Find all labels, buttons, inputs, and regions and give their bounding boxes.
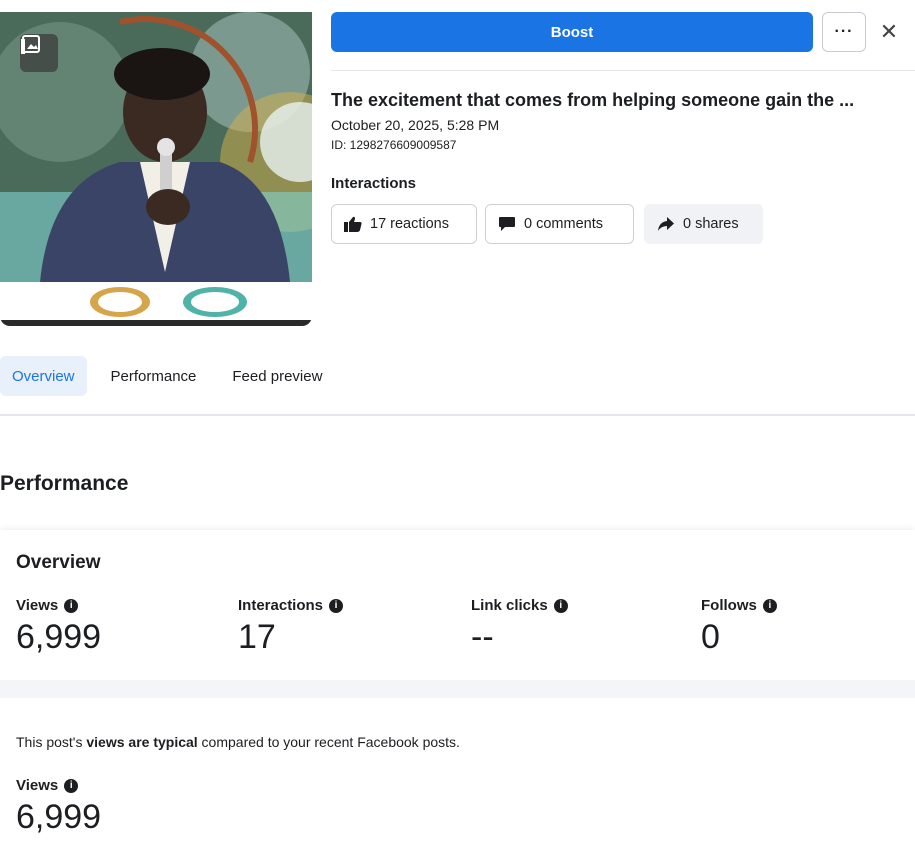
overview-card <box>0 530 915 680</box>
info-icon[interactable]: i <box>64 598 79 613</box>
metric-views-label: Views i <box>16 597 79 614</box>
post-thumbnail[interactable] <box>0 12 312 326</box>
tabs-divider <box>0 414 915 416</box>
metric-link-clicks-label: Link clicks i <box>471 597 568 614</box>
views-typical-note: This post's views are typical compared t… <box>16 734 460 750</box>
interactions-heading: Interactions <box>331 175 417 192</box>
metric-link-clicks-value: -- <box>471 618 494 656</box>
share-icon <box>658 217 674 231</box>
section-divider <box>0 680 915 698</box>
comments-button[interactable]: 0 comments <box>485 204 634 244</box>
close-icon[interactable]: ✕ <box>874 14 904 50</box>
tab-performance[interactable]: Performance <box>99 356 209 396</box>
info-icon[interactable]: i <box>553 598 568 613</box>
comment-icon <box>499 217 515 231</box>
header-divider <box>331 70 915 71</box>
post-title: The excitement that comes from helping s… <box>331 90 855 110</box>
metric-views-value: 6,999 <box>16 618 102 656</box>
thumbs-up-icon <box>344 216 362 232</box>
info-icon[interactable]: i <box>64 778 79 793</box>
views-detail-label: Views i <box>16 777 79 794</box>
comments-count: 0 comments <box>524 216 603 232</box>
info-icon[interactable]: i <box>329 598 344 613</box>
reactions-button[interactable]: 17 reactions <box>331 204 477 244</box>
thumbnail-progress-bar <box>0 320 312 326</box>
boost-button[interactable]: Boost <box>331 12 813 52</box>
reactions-count: 17 reactions <box>370 216 449 232</box>
shares-count: 0 shares <box>683 216 739 232</box>
more-icon[interactable]: ··· <box>822 12 866 52</box>
tab-bar: Overview Performance Feed preview <box>0 356 346 396</box>
metric-follows-value: 0 <box>701 618 720 656</box>
tab-overview[interactable]: Overview <box>0 356 87 396</box>
metric-follows-label: Follows i <box>701 597 777 614</box>
views-detail-value: 6,999 <box>16 798 102 836</box>
post-date: October 20, 2025, 5:28 PM <box>331 117 500 133</box>
overview-heading: Overview <box>16 552 101 573</box>
performance-heading: Performance <box>0 472 129 495</box>
info-icon[interactable]: i <box>762 598 777 613</box>
gallery-icon <box>20 34 58 72</box>
metric-interactions-label: Interactions i <box>238 597 344 614</box>
post-id: ID: 1298276609009587 <box>331 138 457 152</box>
metric-interactions-value: 17 <box>238 618 276 656</box>
tab-feed-preview[interactable]: Feed preview <box>220 356 334 396</box>
shares-button[interactable]: 0 shares <box>644 204 763 244</box>
